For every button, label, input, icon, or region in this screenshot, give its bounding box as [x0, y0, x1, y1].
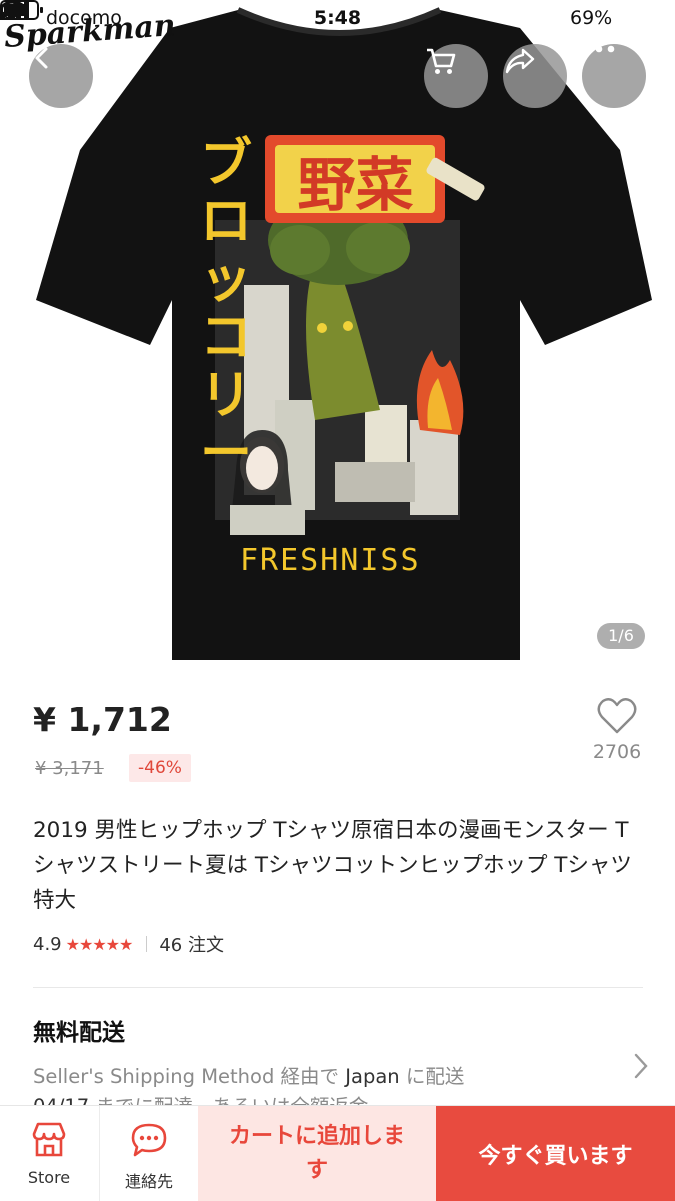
contact-tab[interactable]: 連絡先 — [99, 1106, 198, 1201]
contact-label: 連絡先 — [124, 1172, 173, 1191]
back-button[interactable] — [29, 44, 93, 108]
discount-badge: -46% — [129, 754, 191, 782]
image-counter: 1/6 — [597, 623, 645, 649]
orders-count: 46 注文 — [159, 935, 224, 956]
product-title: 2019 男性ヒップホップ Tシャツ原宿日本の漫画モンスター Tシャツストリート… — [33, 818, 632, 913]
wishlist-count: 2706 — [592, 741, 642, 763]
chat-icon — [131, 1123, 167, 1157]
heart-icon[interactable] — [597, 697, 637, 735]
katakana-char: コ — [199, 308, 252, 368]
share-button[interactable] — [503, 44, 567, 108]
shipping-title: 無料配送 — [33, 1020, 125, 1046]
add-to-cart-label: カートに追加します — [228, 1123, 405, 1183]
more-icon — [583, 45, 615, 53]
shipping-destination: Japan — [345, 1065, 400, 1088]
katakana-char: リ — [199, 366, 252, 426]
product-image-gallery[interactable]: 野菜 ブ ロ ッ コ リ ー FRESHNISS docomo 5:48 69% — [0, 0, 675, 672]
brand-print-text: FRESHNISS — [240, 543, 421, 578]
store-label: Store — [27, 1168, 71, 1187]
shipping-method[interactable]: Seller's Shipping Method 経由で Japan に配送 — [33, 1060, 464, 1089]
bottom-action-bar: Store 連絡先 カートに追加します 今すぐ買います — [0, 1105, 675, 1201]
cart-icon — [427, 48, 456, 74]
share-icon — [505, 48, 535, 74]
divider — [146, 936, 148, 952]
vertical-katakana: ブ ロ ッ コ リ ー — [196, 135, 256, 483]
katakana-char: ブ — [199, 134, 252, 194]
cart-button[interactable] — [424, 44, 488, 108]
buy-now-label: 今すぐ買います — [478, 1143, 633, 1169]
store-tab[interactable]: Store — [0, 1106, 98, 1201]
battery-percent: 69% — [570, 7, 613, 29]
katakana-char: ッ — [199, 250, 252, 310]
section-divider — [33, 987, 643, 988]
katakana-char: ー — [199, 424, 252, 484]
add-to-cart-button[interactable]: カートに追加します — [198, 1106, 436, 1201]
rating-value: 4.9 — [33, 933, 62, 955]
original-price: ¥ 3,171 — [35, 758, 104, 779]
back-icon — [35, 47, 48, 69]
shipping-method-text: Seller's Shipping Method 経由で — [33, 1065, 340, 1088]
star-rating-icon: ★★★★★ — [65, 934, 134, 954]
kanji-banner-text: 野菜 — [297, 151, 414, 219]
buy-now-button[interactable]: 今すぐ買います — [436, 1106, 675, 1201]
store-icon — [32, 1122, 66, 1157]
more-options-button[interactable] — [582, 44, 646, 108]
rating-row: 4.9 ★★★★★ 46 注文 — [33, 932, 224, 957]
shipping-method-suffix: に配送 — [405, 1065, 465, 1088]
katakana-char: ロ — [199, 192, 252, 252]
chevron-right-icon[interactable] — [632, 1052, 650, 1080]
current-price: ¥ 1,712 — [33, 700, 172, 739]
